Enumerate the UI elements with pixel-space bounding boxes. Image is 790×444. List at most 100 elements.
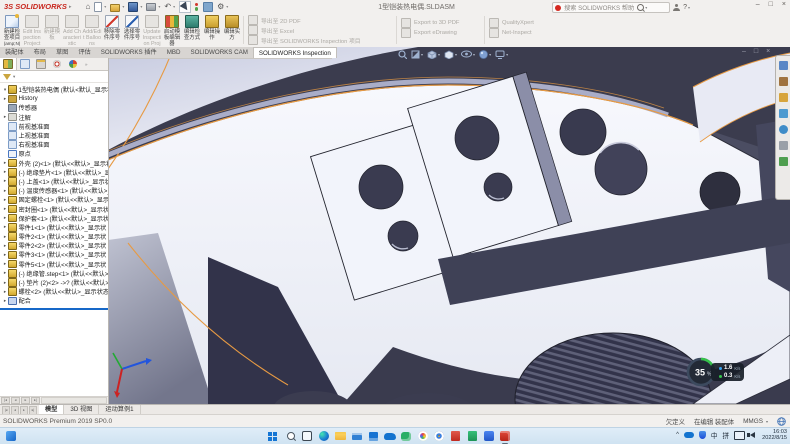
export-inspection-project-button[interactable]: 导出至 SOLIDWORKS Inspection 项目	[248, 35, 396, 45]
edge-button[interactable]	[318, 430, 330, 442]
onedrive-tray-icon[interactable]	[684, 432, 694, 438]
doc-minimize-button[interactable]: –	[742, 48, 746, 55]
export-3d-pdf-button[interactable]: Export to 3D PDF	[401, 18, 481, 28]
solidworks-taskbar-button[interactable]	[499, 430, 511, 442]
tree-item[interactable]: ▸History	[0, 94, 108, 103]
tab-inspection[interactable]: SOLIDWORKS Inspection	[253, 47, 337, 58]
tree-item[interactable]: ▸(-) 绝缘管.step<1> (默认<<默认>	[0, 269, 108, 278]
section-view-icon[interactable]: ▾	[411, 50, 423, 59]
chevron-down-icon[interactable]: ▾	[122, 4, 124, 9]
dictionary-button[interactable]	[450, 430, 462, 442]
tree-item[interactable]: 右视基准面	[0, 140, 108, 149]
store-button[interactable]	[367, 430, 379, 442]
widgets-button[interactable]	[5, 430, 17, 442]
wps-button[interactable]	[483, 430, 495, 442]
export-excel-button[interactable]: 导出至 Excel	[248, 25, 396, 35]
clock[interactable]: 16:03 2022/8/15	[762, 429, 787, 442]
dimxpertmanager-tab[interactable]	[49, 58, 65, 70]
3d-model-canvas[interactable]	[108, 47, 790, 404]
doc-maximize-button[interactable]: □	[754, 48, 758, 55]
tree-item[interactable]: ▸(-) 垫片 (2)<2> ->? (默认<<默认>	[0, 278, 108, 287]
notes-app-button[interactable]	[466, 430, 478, 442]
open-icon[interactable]	[110, 4, 120, 12]
tab-assembly[interactable]: 装配体	[0, 47, 29, 58]
start-button[interactable]	[268, 430, 280, 442]
tree-item[interactable]: ▸保护套<1> (默认<<默认>_显示状	[0, 214, 108, 223]
tree-item[interactable]: ▸固定螺栓<1> (默认<<默认>_显示	[0, 195, 108, 204]
chevron-down-icon[interactable]: ▾	[226, 4, 228, 9]
tab-mbd[interactable]: MBD	[162, 47, 186, 58]
scroll-right-icon[interactable]: ▸	[21, 397, 30, 404]
chrome-button[interactable]	[433, 430, 445, 442]
tree-filter[interactable]: ▾	[0, 71, 108, 83]
close-button[interactable]: ×	[782, 1, 786, 8]
zoom-to-fit-icon[interactable]	[398, 50, 407, 59]
tree-item[interactable]: ▸(-) 温度传感器<1> (默认<<默认>_	[0, 186, 108, 195]
tree-item[interactable]: ▸零件3<1> (默认<<默认>_显示状	[0, 250, 108, 259]
new-document-icon[interactable]	[94, 2, 102, 12]
interference-lights-icon[interactable]	[195, 3, 199, 11]
model-hole[interactable]	[560, 109, 606, 155]
scroll-right-end-icon[interactable]: ▸|	[31, 397, 40, 404]
tree-item[interactable]: ▾1型铠装热电偶 (默认<默认_显示状态-1	[0, 85, 108, 94]
tree-item[interactable]: ▸外壳 (2)<1> (默认<<默认>_显示状	[0, 159, 108, 168]
search-input[interactable]: 搜索 SOLIDWORKS 帮助 ▾	[552, 2, 670, 13]
rollback-bar[interactable]	[0, 308, 108, 310]
scroll-left-end-icon[interactable]: |◂	[1, 397, 10, 404]
globe-icon[interactable]	[777, 417, 786, 426]
tab-evaluate[interactable]: 评估	[73, 47, 95, 58]
doc-close-button[interactable]: ×	[766, 48, 770, 55]
custom-properties-icon[interactable]	[779, 141, 788, 150]
tree-item[interactable]: ▸密封圈<1> (默认<<默认>_显示状	[0, 204, 108, 213]
model-hole[interactable]	[388, 221, 418, 251]
file-explorer-icon[interactable]	[779, 93, 788, 102]
tree-item[interactable]: ▸注解	[0, 113, 108, 122]
login-user-icon[interactable]	[673, 4, 680, 11]
onedrive-button[interactable]	[384, 430, 396, 442]
configurationmanager-tab[interactable]	[33, 58, 49, 70]
maximize-button[interactable]: □	[769, 1, 773, 8]
network-tray-icon[interactable]	[734, 431, 745, 440]
tree-item[interactable]: ▸(-) 绝缘垫片<1> (默认<<默认>_显	[0, 168, 108, 177]
tree-item[interactable]: ▸零件2<2> (默认<<默认>_显示状	[0, 241, 108, 250]
ime-mode-button[interactable]: 拼	[723, 430, 730, 440]
forum-icon[interactable]	[779, 157, 788, 166]
print-icon[interactable]	[146, 3, 156, 11]
tree-item[interactable]: ▸配合	[0, 296, 108, 305]
undo-icon[interactable]: ↶	[164, 3, 171, 11]
display-style-icon[interactable]: ▾	[444, 50, 457, 59]
tray-overflow-icon[interactable]: ^	[676, 432, 679, 438]
scroll-left-icon[interactable]: ◂	[11, 397, 20, 404]
tree-horizontal-scrollbar[interactable]: |◂ ◂ ▸ ▸|	[0, 396, 108, 404]
wechat-button[interactable]	[400, 430, 412, 442]
photos-button[interactable]	[417, 430, 429, 442]
model-hole[interactable]	[359, 165, 403, 209]
chevron-down-icon[interactable]: ▾	[645, 5, 647, 10]
net-inspect-button[interactable]: Net-Inspect	[489, 28, 569, 38]
tabs-overflow-icon[interactable]: »	[85, 62, 89, 67]
tree-item[interactable]: ▸(-) 上盖<1> (默认<<默认>_显示状	[0, 177, 108, 186]
tree-item[interactable]: 传感器	[0, 103, 108, 112]
options-gear-icon[interactable]: ⚙	[217, 3, 224, 11]
minimize-button[interactable]: –	[756, 1, 760, 8]
model-hole[interactable]	[484, 173, 512, 201]
view-orientation-icon[interactable]: ▾	[427, 50, 440, 59]
appearances-icon[interactable]	[779, 125, 788, 134]
propertymanager-tab[interactable]	[17, 58, 33, 70]
tree-item[interactable]: 上视基准面	[0, 131, 108, 140]
edit-appearance-icon[interactable]: ▾	[479, 50, 491, 59]
tree-item[interactable]: ▸零件2<1> (默认<<默认>_显示状	[0, 232, 108, 241]
tree-item[interactable]: ▸零件1<1> (默认<<默认>_显示状	[0, 223, 108, 232]
tab-addins[interactable]: SOLIDWORKS 插件	[96, 47, 162, 58]
volume-tray-icon[interactable]	[750, 432, 755, 438]
search-button[interactable]	[285, 430, 297, 442]
tree-item[interactable]: ▸零件5<1> (默认<<默认>_显示状	[0, 260, 108, 269]
tree-item[interactable]: 原点	[0, 149, 108, 158]
qualityxpert-button[interactable]: QualityXpert	[489, 18, 569, 28]
displaymanager-tab[interactable]	[65, 58, 81, 70]
logo-expand-icon[interactable]: ▸	[69, 4, 72, 10]
display-pane-icon[interactable]	[203, 2, 213, 12]
task-view-button[interactable]	[301, 430, 313, 442]
chevron-down-icon[interactable]: ▾	[766, 419, 768, 424]
defender-tray-icon[interactable]	[699, 431, 706, 439]
